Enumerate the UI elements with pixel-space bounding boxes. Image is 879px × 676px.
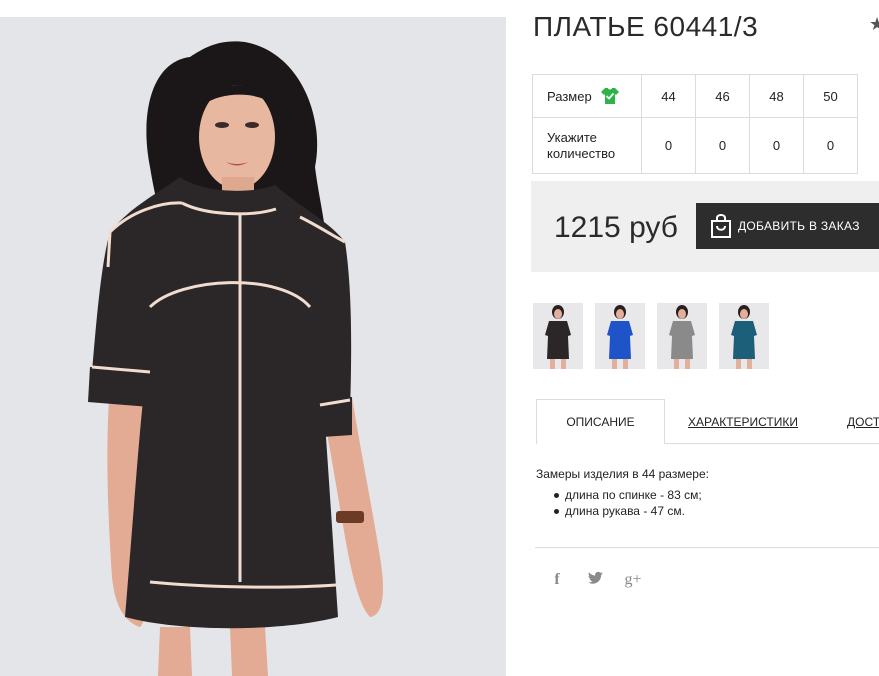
- price-box: 1215 руб ДОБАВИТЬ В ЗАКАЗ: [531, 181, 879, 272]
- favorite-star-icon[interactable]: ★: [869, 14, 879, 35]
- size-row-header: Размер: [532, 74, 642, 118]
- size-quantity-table: Размер 44 46 48 50 Укажите количество 0 …: [532, 74, 858, 174]
- quantity-row-label-text: Укажите количество: [547, 129, 616, 161]
- tab-delivery[interactable]: ДОСТ: [847, 399, 879, 444]
- description-intro: Замеры изделия в 44 размере:: [536, 467, 709, 481]
- model-in-dress-illustration: [0, 17, 506, 676]
- quantity-input-46[interactable]: 0: [695, 117, 750, 174]
- twitter-bird-icon: [588, 571, 603, 584]
- list-item: длина по спинке - 83 см;: [554, 487, 709, 503]
- section-divider: [535, 547, 879, 548]
- thumbnail-grey-dress[interactable]: [657, 303, 707, 369]
- tab-description[interactable]: ОПИСАНИЕ: [536, 399, 665, 444]
- size-row: Размер 44 46 48 50: [532, 74, 858, 118]
- dress-thumb-art: [545, 305, 571, 369]
- twitter-icon[interactable]: [586, 571, 604, 589]
- size-cell-48[interactable]: 48: [749, 74, 804, 118]
- shopping-bag-icon: [711, 214, 731, 238]
- main-product-photo[interactable]: [0, 17, 506, 676]
- quantity-input-44[interactable]: 0: [641, 117, 696, 174]
- dress-thumb-art: [607, 305, 633, 369]
- quantity-row: Укажите количество 0 0 0 0: [532, 117, 858, 174]
- google-plus-icon[interactable]: g+: [624, 571, 642, 589]
- quantity-input-48[interactable]: 0: [749, 117, 804, 174]
- thumbnail-blue-dress[interactable]: [595, 303, 645, 369]
- thumbnail-teal-dress[interactable]: [719, 303, 769, 369]
- dress-thumb-art: [669, 305, 695, 369]
- size-cell-46[interactable]: 46: [695, 74, 750, 118]
- add-to-cart-label: ДОБАВИТЬ В ЗАКАЗ: [738, 219, 860, 233]
- thumbnail-black-dress[interactable]: [533, 303, 583, 369]
- facebook-icon[interactable]: f: [548, 571, 566, 589]
- list-item: длина рукава - 47 см.: [554, 503, 709, 519]
- add-to-cart-button[interactable]: ДОБАВИТЬ В ЗАКАЗ: [696, 203, 879, 249]
- size-cell-44[interactable]: 44: [641, 74, 696, 118]
- product-tabs: ОПИСАНИЕ ХАРАКТЕРИСТИКИ ДОСТ: [536, 399, 879, 444]
- social-share: f g+: [548, 571, 642, 589]
- green-shirt-check-icon[interactable]: [600, 86, 620, 106]
- quantity-row-label: Укажите количество: [532, 117, 642, 174]
- size-row-label: Размер: [547, 88, 592, 104]
- quantity-input-50[interactable]: 0: [803, 117, 858, 174]
- color-thumbnails: [533, 303, 769, 369]
- size-cell-50[interactable]: 50: [803, 74, 858, 118]
- dress-thumb-art: [731, 305, 757, 369]
- product-title: ПЛАТЬЕ 60441/3: [533, 11, 759, 42]
- description-panel: Замеры изделия в 44 размере: длина по сп…: [536, 467, 709, 519]
- description-list: длина по спинке - 83 см; длина рукава - …: [536, 487, 709, 519]
- product-price: 1215 руб: [554, 211, 678, 244]
- tab-characteristics[interactable]: ХАРАКТЕРИСТИКИ: [688, 399, 798, 444]
